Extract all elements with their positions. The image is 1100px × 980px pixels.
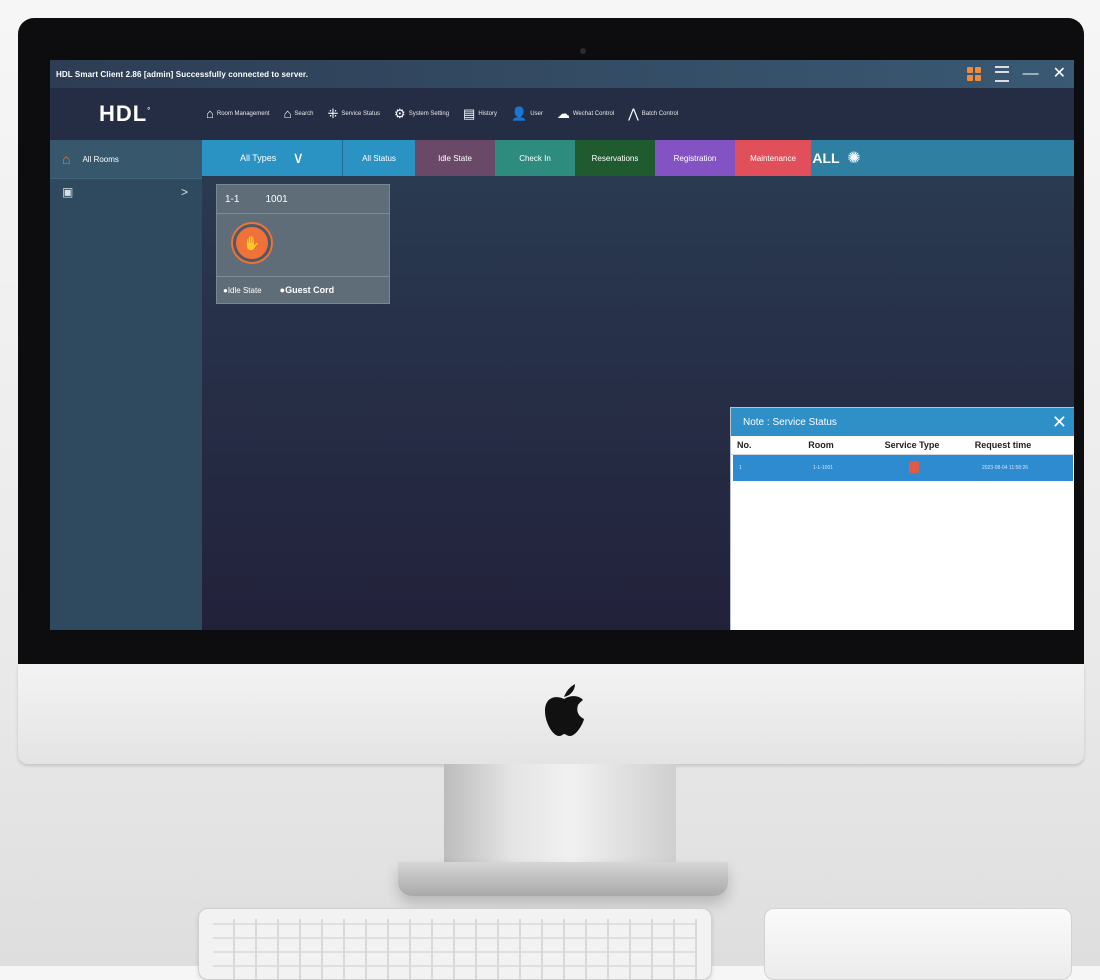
cell-request-time: 2023-08-04 11:58:26: [981, 465, 1029, 471]
window-controls: — ✕: [966, 64, 1066, 84]
service-status-dialog: Note : Service Status ✕ No. Room Service…: [730, 407, 1074, 630]
app-window: HDL Smart Client 2.86 [admin] Successful…: [50, 60, 1074, 630]
batch-icon: ⋀: [628, 106, 639, 121]
sidebar: ⌂ All Rooms ▣ >: [50, 140, 202, 630]
column-room: Room: [808, 440, 834, 450]
types-dropdown[interactable]: All Types ∨: [202, 140, 342, 176]
grid-icon: ⁜: [327, 106, 339, 121]
room-floor: 1-1: [225, 193, 240, 205]
grid-view-icon[interactable]: [966, 67, 981, 81]
filter-reservations[interactable]: Reservations: [575, 140, 655, 176]
main-toolbar: HDL° ⌂ Room Management ⌂ Search ⁜ Service S…: [50, 88, 1074, 140]
filter-all[interactable]: ALL: [811, 140, 841, 176]
filter-check-in[interactable]: Check In: [495, 140, 575, 176]
toolbar-items: ⌂ Room Management ⌂ Search ⁜ Service Status…: [206, 107, 678, 121]
gear-icon: ⚙: [394, 106, 406, 121]
filter-idle-state[interactable]: Idle State: [415, 140, 495, 176]
minimize-icon[interactable]: —: [1023, 64, 1039, 84]
room-card-header: 1-1 1001: [217, 185, 389, 214]
history-icon: ▤: [463, 106, 476, 121]
user-icon: 👤: [511, 106, 528, 121]
room-card-type: ●Guest Cord: [279, 285, 335, 295]
dialog-title: Note : Service Status: [743, 416, 837, 428]
cleaning-icon[interactable]: ✺: [841, 140, 867, 176]
close-icon[interactable]: ✕: [1053, 64, 1066, 84]
service-request-icon: ✋: [233, 224, 271, 262]
user-button[interactable]: 👤 User: [511, 107, 543, 121]
title-bar: HDL Smart Client 2.86 [admin] Successful…: [50, 60, 1074, 88]
monitor-stand: [444, 764, 676, 874]
cell-service-type: [873, 461, 955, 475]
table-header: No. Room Service Type Request time: [731, 436, 1074, 455]
table-row[interactable]: 1 1-1-1001 2023-08-04 11:58:26: [733, 455, 1073, 481]
room-card-body: ✋: [217, 214, 389, 277]
list-view-icon[interactable]: [994, 66, 1009, 82]
history-button[interactable]: ▤ History: [463, 107, 497, 121]
cell-room: 1-1-1001: [812, 465, 833, 471]
room-card[interactable]: 1-1 1001 ✋ ●Idle State ●Guest Cord: [216, 184, 390, 304]
brand-logo: HDL°: [98, 101, 152, 126]
room-number: 1001: [265, 193, 288, 205]
camera: [580, 48, 586, 54]
room-status: ●Idle State: [223, 285, 262, 295]
monitor-stand-base: [398, 862, 728, 896]
close-icon[interactable]: ✕: [1052, 412, 1067, 433]
chevron-down-icon: ∨: [292, 150, 305, 167]
filter-all-status[interactable]: All Status: [342, 140, 415, 176]
cell-no: 1: [739, 465, 742, 471]
wechat-icon: ☁: [556, 106, 570, 121]
system-setting-button[interactable]: ⚙ System Setting: [394, 107, 449, 121]
filter-registration[interactable]: Registration: [655, 140, 735, 176]
window-title: HDL Smart Client 2.86 [admin] Successful…: [56, 69, 309, 79]
room-card-footer: ●Idle State ●Guest Cord: [217, 277, 389, 303]
wechat-control-button[interactable]: ☁ Wechat Control: [557, 107, 614, 121]
building-icon: ▣: [62, 185, 74, 199]
search-house-icon: ⌂: [283, 106, 292, 121]
column-no: No.: [737, 440, 752, 450]
column-service-type: Service Type: [884, 440, 940, 450]
filter-maintenance[interactable]: Maintenance: [735, 140, 811, 176]
service-type-icon: [909, 461, 919, 473]
expand-arrow-icon[interactable]: >: [181, 185, 188, 199]
apple-logo-icon: [545, 684, 584, 736]
dialog-header: Note : Service Status ✕: [731, 408, 1074, 436]
home-gear-icon: ⌂: [206, 106, 214, 121]
batch-control-button[interactable]: ⋀ Batch Control: [628, 107, 678, 121]
service-status-button[interactable]: ⁜ Service Status: [327, 107, 380, 121]
trackpad: [764, 908, 1072, 980]
filter-bar: All Types ∨ All Status Idle State Check I…: [202, 140, 1074, 176]
room-management-button[interactable]: ⌂ Room Management: [206, 107, 270, 121]
sidebar-item-building[interactable]: ▣ >: [50, 179, 202, 205]
keyboard: [198, 908, 712, 980]
home-icon: ⌂: [62, 151, 71, 167]
sidebar-item-all-rooms[interactable]: ⌂ All Rooms: [50, 140, 202, 179]
column-request-time: Request time: [974, 440, 1032, 450]
search-button[interactable]: ⌂ Search: [284, 107, 314, 121]
sidebar-item-label: All Rooms: [82, 154, 119, 164]
